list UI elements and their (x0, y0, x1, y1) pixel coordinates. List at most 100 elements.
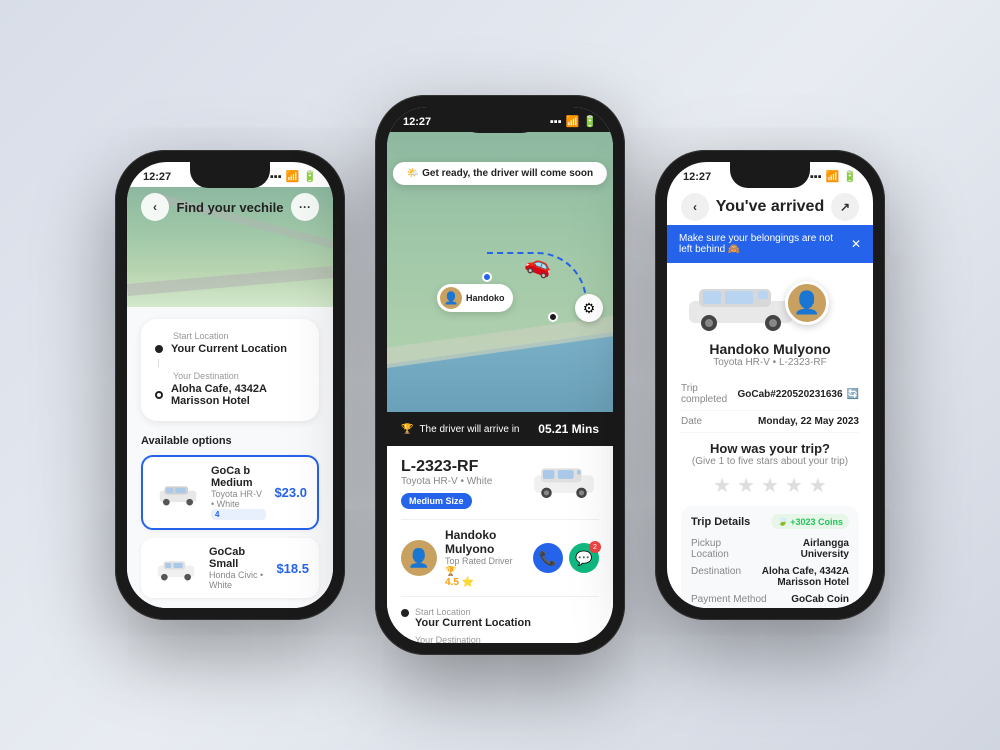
back-button-1[interactable]: ‹ (141, 193, 169, 221)
vehicle-id-block: L-2323-RF Toyota HR-V • White Medium Siz… (401, 458, 492, 509)
battery-icon-3: 🔋 (843, 170, 857, 183)
dest-label-3: Destination (691, 566, 741, 588)
vehicle-img-2 (529, 461, 599, 506)
driver-map-name: Handoko (466, 293, 505, 303)
arrived-title-3: You've arrived (716, 198, 824, 216)
start-label-2: Start Location (415, 607, 531, 617)
dest-val-3: Aloha Cafe, 4342A Marisson Hotel (741, 566, 849, 588)
car-2-sub: Honda Civic • White (209, 570, 268, 590)
signal-icon-3: ▪▪▪ (810, 171, 822, 183)
signal-icon-2: ▪▪▪ (550, 116, 562, 128)
loc-divider-1 (158, 359, 159, 367)
phone-driver-coming: 12:27 ▪▪▪ 📶 🔋 🌤️ Get ready, the driver w… (375, 95, 625, 655)
driver-avatar-big-2: 👤 (401, 540, 437, 576)
arrival-bar-2: 🏆 The driver will arrive in 05.21 Mins (387, 412, 613, 446)
dest-label-2: Your Destination (415, 635, 592, 643)
star-2[interactable]: ★ (737, 473, 755, 498)
start-label-1: Start Location (173, 331, 305, 341)
arrival-left-2: 🏆 The driver will arrive in (401, 424, 519, 435)
car-1-sub: Toyota HR-V • White (211, 489, 266, 509)
status-time-1: 12:27 (143, 171, 171, 183)
star-5[interactable]: ★ (809, 473, 827, 498)
driver-actions-2: 📞 💬 2 (533, 543, 599, 573)
back-button-3[interactable]: ‹ (681, 193, 709, 221)
dest-label-1: Your Destination (173, 371, 305, 381)
start-dot-2 (401, 609, 409, 617)
date-label-3: Date (681, 416, 702, 427)
dest-dot-1 (155, 391, 163, 399)
coins-badge-3: 🍃 +3023 Coins (771, 514, 849, 529)
signal-icon-1: ▪▪▪ (270, 171, 282, 183)
driver-row-2: 👤 Handoko Mulyono Top Rated Driver 🏆 4.5… (401, 519, 599, 597)
msg-badge-2: 2 (589, 541, 601, 553)
start-dot-1 (155, 345, 163, 353)
payment-val-3: GoCab Coin (791, 594, 849, 605)
share-button-3[interactable]: ↗ (831, 193, 859, 221)
start-val-2: Your Current Location (415, 617, 531, 629)
menu-button-1[interactable]: ··· (291, 193, 319, 221)
trip-details-title-3: Trip Details (691, 516, 750, 528)
car-driver-hero-3: 👤 (681, 273, 859, 333)
payment-label-3: Payment Method (691, 594, 767, 605)
message-button-2[interactable]: 💬 2 (569, 543, 599, 573)
wifi-icon-1: 📶 (286, 170, 300, 183)
trip-completed-row-3: Trip completed GoCab#220520231636 🔄 (681, 378, 859, 411)
car-1-info: GoCa b Medium Toyota HR-V • White 4 (211, 465, 266, 520)
trip-id-val-3: GoCab#220520231636 (737, 389, 842, 400)
driver-name-3: Handoko Mulyono (681, 341, 859, 357)
location-card-1: Start Location Your Current Location You… (141, 319, 319, 421)
date-val-3: Monday, 22 May 2023 (758, 416, 859, 427)
trophy-icon-2: 🏆 (401, 424, 413, 435)
start-value-1: Your Current Location (171, 343, 287, 355)
route-dot-end (548, 312, 558, 322)
content-2: L-2323-RF Toyota HR-V • White Medium Siz… (387, 446, 613, 643)
dest-row-1: Aloha Cafe, 4342A Marisson Hotel (155, 383, 305, 407)
star-4[interactable]: ★ (785, 473, 803, 498)
vehicle-id-2: L-2323-RF (401, 458, 492, 476)
warning-text-3: Make sure your belongings are not left b… (679, 233, 845, 255)
car-2-info: GoCab Small Honda Civic • White (209, 546, 268, 590)
dest-value-1: Aloha Cafe, 4342A Marisson Hotel (171, 383, 305, 407)
wifi-icon-2: 📶 (566, 115, 580, 128)
content-3: 👤 Handoko Mulyono Toyota HR-V • L-2323-R… (667, 263, 873, 608)
warning-close-3[interactable]: ✕ (851, 237, 861, 251)
start-block-2: Start Location Your Current Location (415, 607, 531, 629)
payment-row-3: Payment Method GoCab Coin (691, 591, 849, 608)
trip-detail-header-3: Trip Details 🍃 +3023 Coins (691, 514, 849, 529)
driver-rating-2: 4.5 ⭐ (445, 577, 525, 588)
arrival-time-2: 05.21 Mins (538, 422, 599, 436)
trip-completed-label-3: Trip completed (681, 383, 737, 405)
date-row-3: Date Monday, 22 May 2023 (681, 411, 859, 433)
trip-id-block-3[interactable]: GoCab#220520231636 🔄 (737, 389, 859, 400)
start-loc-2: Start Location Your Current Location (401, 607, 599, 629)
phone-3-screen: 12:27 ▪▪▪ 📶 🔋 ‹ You've arrived ↗ Make su… (667, 162, 873, 608)
battery-icon-1: 🔋 (303, 170, 317, 183)
status-time-3: 12:27 (683, 171, 711, 183)
refresh-icon-3: 🔄 (847, 389, 859, 400)
route-dot-start (482, 272, 492, 282)
driver-toast-2: 🌤️ Get ready, the driver will come soon (393, 162, 607, 185)
star-1[interactable]: ★ (713, 473, 731, 498)
dest-loc-2: Your Destination Aloha Cafe, 4342A Maris… (401, 635, 599, 643)
driver-name-2: Handoko Mulyono (445, 528, 525, 556)
car-option-2[interactable]: GoCab Small Honda Civic • White $18.5 (141, 538, 319, 598)
star-3[interactable]: ★ (761, 473, 779, 498)
car-1-badge: 4 (211, 509, 266, 520)
driver-map-avatar: 👤 (440, 287, 462, 309)
settings-btn-map[interactable]: ⚙ (575, 294, 603, 322)
coins-val-3: +3023 Coins (790, 517, 843, 527)
leaf-icon-3: 🍃 (777, 516, 788, 527)
car-2-price: $18.5 (276, 561, 309, 576)
phone-arrived: 12:27 ▪▪▪ 📶 🔋 ‹ You've arrived ↗ Make su… (655, 150, 885, 620)
dest-dot-2 (401, 637, 409, 643)
stars-3: ★ ★ ★ ★ ★ (681, 473, 859, 498)
call-button-2[interactable]: 📞 (533, 543, 563, 573)
pickup-val-3: Airlangga University (757, 538, 849, 560)
status-icons-2: ▪▪▪ 📶 🔋 (550, 115, 597, 128)
wifi-icon-3: 📶 (826, 170, 840, 183)
rating-sub-3: (Give 1 to five stars about your trip) (681, 456, 859, 467)
car-option-1[interactable]: GoCa b Medium Toyota HR-V • White 4 $23.… (141, 455, 319, 530)
map-road-1 (127, 266, 333, 296)
status-icons-1: ▪▪▪ 📶 🔋 (270, 170, 317, 183)
driver-hero-avatar-3: 👤 (785, 281, 829, 325)
